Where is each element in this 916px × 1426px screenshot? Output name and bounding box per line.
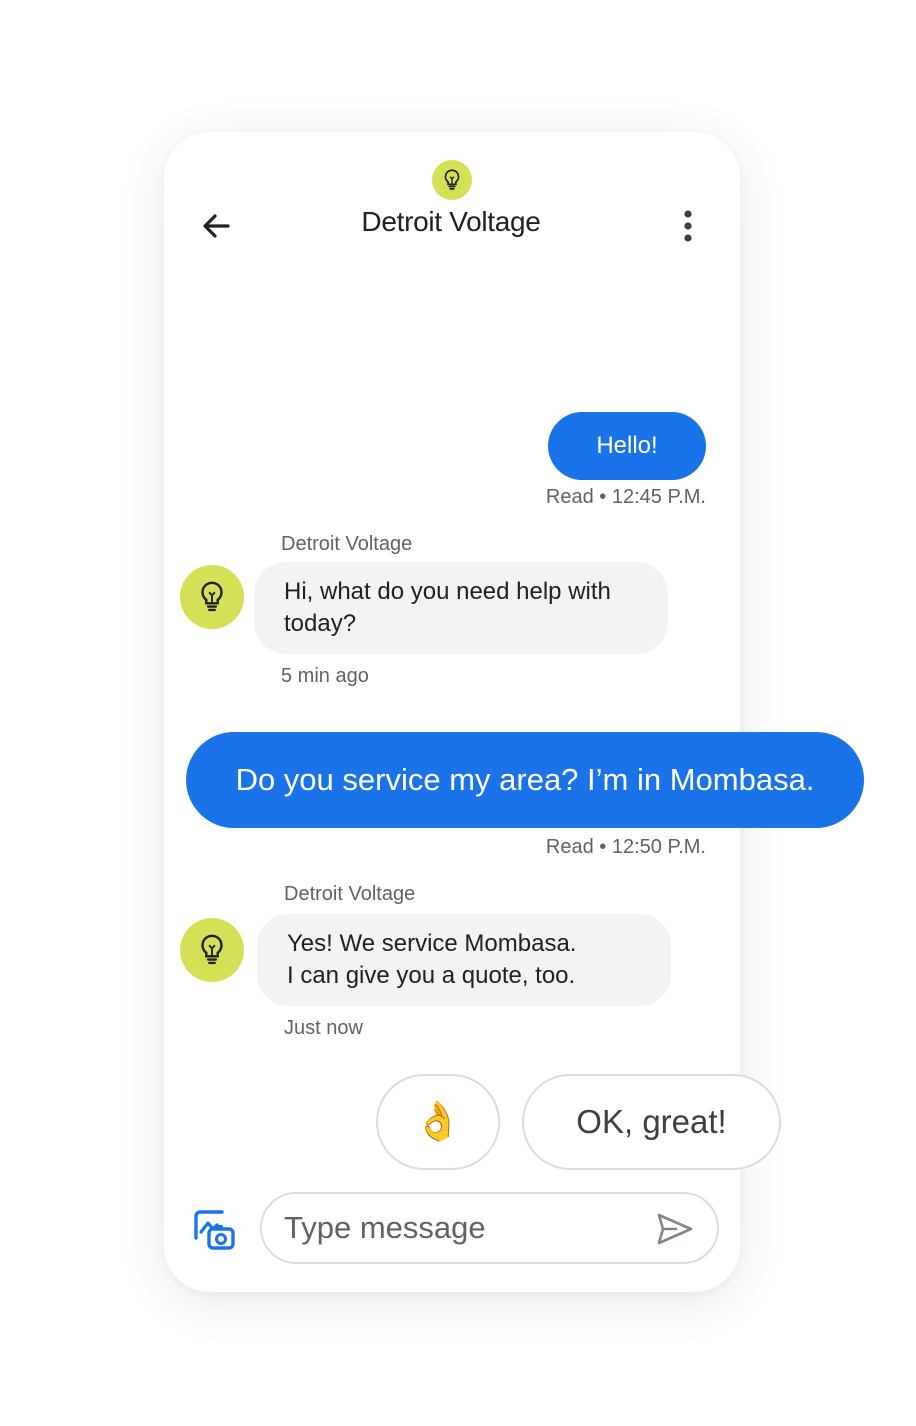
sender-name: Detroit Voltage bbox=[281, 533, 413, 555]
message-input[interactable] bbox=[284, 1208, 634, 1248]
message-text: Do you service my area? I’m in Mombasa. bbox=[235, 762, 815, 797]
outgoing-message[interactable]: Hello! bbox=[548, 412, 706, 480]
ok-hand-emoji-icon: 👌 bbox=[414, 1101, 462, 1143]
message-line: today? bbox=[284, 610, 357, 637]
header-avatar bbox=[432, 160, 472, 200]
message-line: I can give you a quote, too. bbox=[287, 962, 576, 989]
outgoing-message[interactable]: Do you service my area? I’m in Mombasa. bbox=[186, 732, 864, 828]
suggestion-chip-ok-great[interactable]: OK, great! bbox=[522, 1074, 781, 1170]
sender-name: Detroit Voltage bbox=[284, 883, 416, 905]
suggestion-label: OK, great! bbox=[576, 1103, 727, 1140]
bot-avatar bbox=[180, 565, 244, 629]
message-composer bbox=[260, 1192, 719, 1264]
lightbulb-icon bbox=[444, 169, 460, 190]
bot-avatar bbox=[180, 918, 244, 982]
message-text: Hello! bbox=[596, 432, 658, 459]
read-receipt: Read • 12:45 P.M. bbox=[545, 486, 706, 508]
message-line: Yes! We service Mombasa. bbox=[287, 930, 577, 957]
conversation-title: Detroit Voltage bbox=[361, 206, 541, 237]
message-time: Just now bbox=[284, 1017, 363, 1039]
lightbulb-icon bbox=[201, 934, 223, 965]
lightbulb-icon bbox=[201, 581, 223, 612]
read-receipt: Read • 12:50 P.M. bbox=[545, 836, 706, 858]
message-line: Hi, what do you need help with bbox=[284, 578, 611, 605]
incoming-message[interactable]: Hi, what do you need help with today? bbox=[254, 562, 668, 654]
send-icon[interactable] bbox=[656, 1212, 694, 1246]
arrow-back-icon[interactable] bbox=[196, 206, 236, 246]
incoming-message[interactable]: Yes! We service Mombasa. I can give you … bbox=[257, 914, 671, 1006]
message-time: 5 min ago bbox=[281, 665, 369, 687]
suggestion-chip-ok-hand[interactable]: 👌 bbox=[376, 1074, 500, 1170]
more-vert-icon[interactable] bbox=[670, 206, 706, 246]
add-photo-icon[interactable] bbox=[192, 1208, 236, 1252]
